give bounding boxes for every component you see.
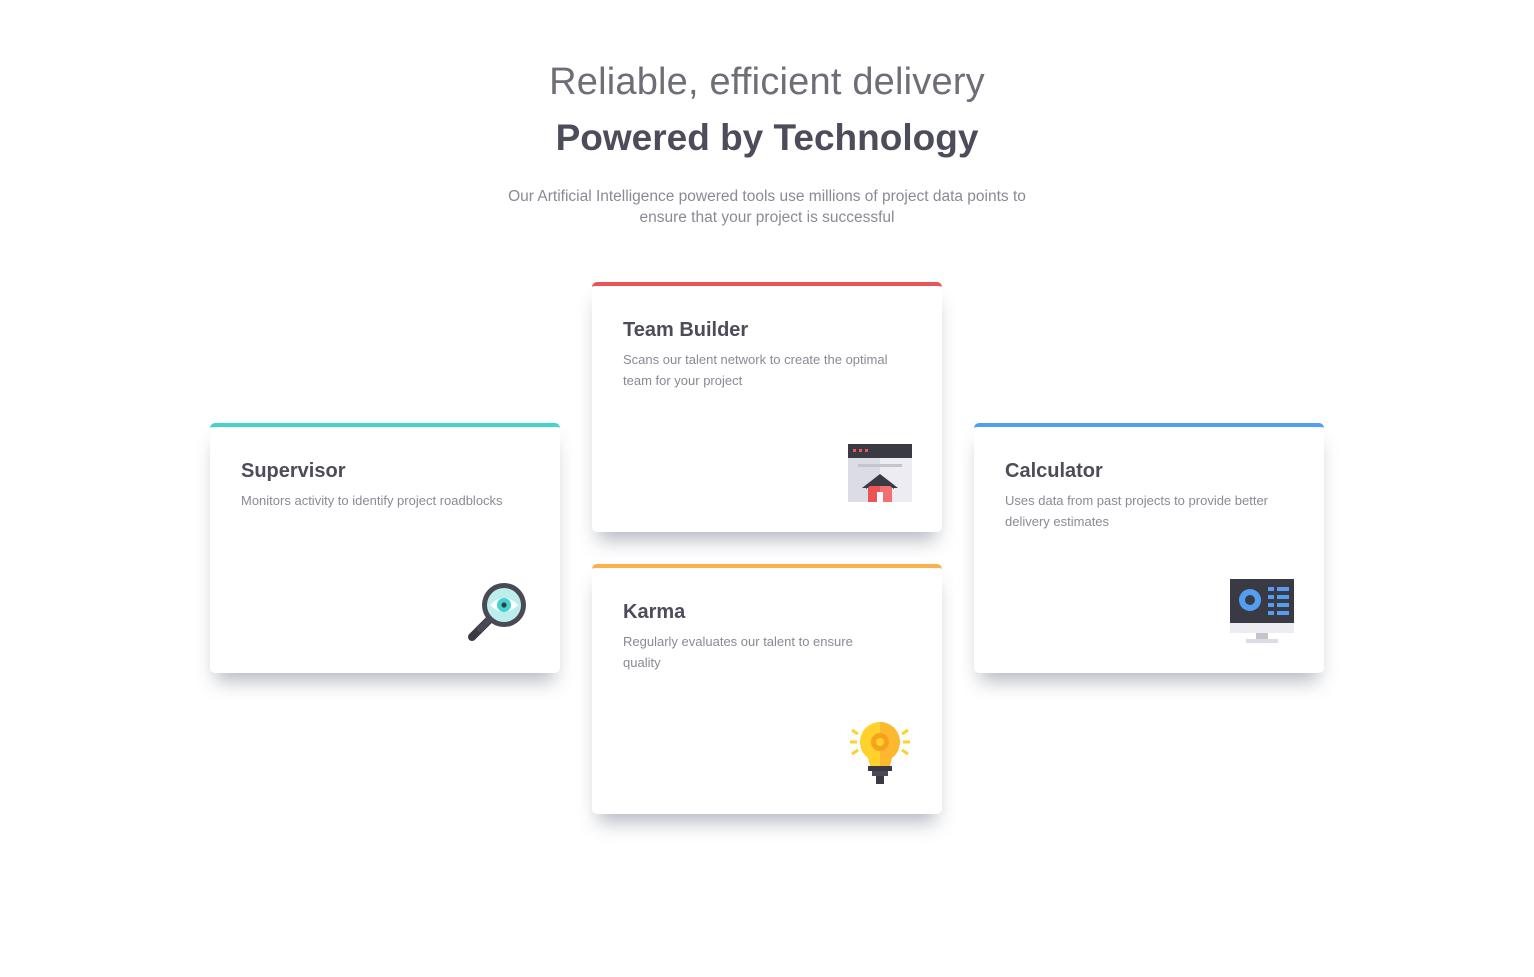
magnifier-eye-icon xyxy=(466,579,530,643)
section-subtitle: Reliable, efficient delivery xyxy=(549,61,985,103)
lightbulb-icon xyxy=(848,720,912,784)
section-intro: Our Artificial Intelligence powered tool… xyxy=(508,188,1026,226)
card-karma: Karma Regularly evaluates our talent to … xyxy=(592,564,942,814)
card-supervisor: Supervisor Monitors activity to identify… xyxy=(210,423,560,673)
card-description: Uses data from past projects to provide … xyxy=(1005,493,1269,529)
section-title: Powered by Technology xyxy=(555,117,979,158)
features-header: Reliable, efficient delivery Powered by … xyxy=(0,54,1534,228)
card-calculator: Calculator Uses data from past projects … xyxy=(974,423,1324,673)
card-description: Scans our talent network to create the o… xyxy=(623,352,888,388)
card-description: Regularly evaluates our talent to ensure… xyxy=(623,634,853,670)
card-title: Supervisor xyxy=(241,460,346,482)
card-title: Team Builder xyxy=(623,319,749,341)
browser-house-icon xyxy=(848,438,912,502)
card-title: Karma xyxy=(623,601,686,623)
card-description: Monitors activity to identify project ro… xyxy=(241,493,503,508)
card-title: Calculator xyxy=(1005,460,1103,482)
monitor-chart-icon xyxy=(1230,579,1294,643)
card-team-builder: Team Builder Scans our talent network to… xyxy=(592,282,942,532)
